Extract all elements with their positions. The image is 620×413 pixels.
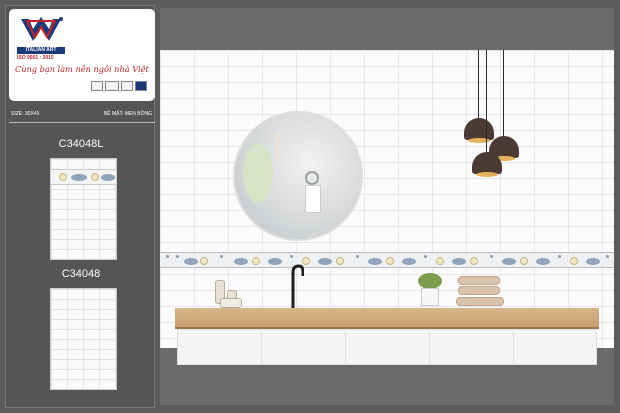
potted-plant [418,273,442,289]
faucet-icon [291,264,304,308]
certificate-icon [91,81,103,91]
folded-towel [456,297,504,306]
decor-border-strip [160,252,614,268]
size-label: SIZE: 30X45 [11,111,40,117]
decor-band [51,169,116,185]
catalog-page: ITALIAN ART ISO 9001 : 2015 Cùng bạn làm… [0,0,620,413]
brand-slogan: Cùng bạn làm nên ngôi nhà Việt [15,64,149,74]
tile-swatch-plain [50,288,117,390]
surface-label: BỀ MẶT: MEN BÓNG [103,111,152,117]
vanity-cabinet [177,329,597,365]
left-panel: ITALIAN ART ISO 9001 : 2015 Cùng bạn làm… [5,5,155,408]
brand-card: ITALIAN ART ISO 9001 : 2015 Cùng bạn làm… [9,9,155,101]
product-code-plain-tile: C34048 [61,268,101,280]
spec-row: SIZE: 30X45 BỀ MẶT: MEN BÓNG [9,109,155,123]
bathroom-scene-image [160,8,614,405]
soap-dish [220,298,242,308]
quality-mark-icon [121,81,133,91]
rolled-towel [458,286,500,295]
wooden-countertop [175,308,599,329]
brand-name: ITALIAN ART [17,47,65,54]
product-code-border-tile: C34048L [58,138,104,150]
round-mirror [233,111,363,241]
tile-swatch-border [50,158,117,260]
italian-art-logo [17,15,65,45]
iq-cert-icon [105,81,119,91]
rolled-towel [458,276,500,285]
plant-pot [421,288,439,306]
iso-label: ISO 9001 : 2015 [17,55,54,61]
flag-icon [135,81,147,91]
